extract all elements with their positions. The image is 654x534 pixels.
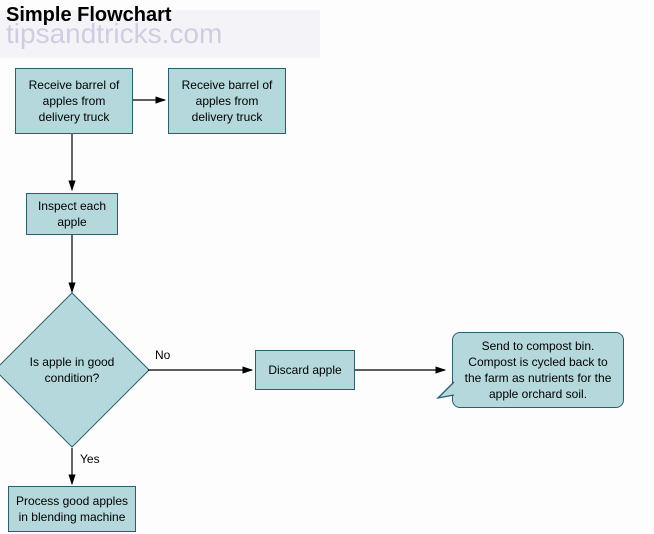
- node-inspect: Inspect each apple: [26, 193, 118, 235]
- node-discard: Discard apple: [255, 350, 355, 390]
- edge-label-yes: Yes: [80, 452, 100, 466]
- flowchart-canvas: Receive barrel of apples from delivery t…: [0, 0, 654, 534]
- edge-label-no: No: [155, 348, 170, 362]
- page-title: Simple Flowchart: [6, 4, 172, 27]
- node-callout: Send to compost bin. Compost is cycled b…: [452, 332, 624, 408]
- node-process: Process good apples in blending machine: [8, 486, 136, 532]
- node-receive-1: Receive barrel of apples from delivery t…: [15, 68, 133, 134]
- node-receive-2: Receive barrel of apples from delivery t…: [168, 68, 286, 134]
- node-decision-shape: [0, 292, 150, 448]
